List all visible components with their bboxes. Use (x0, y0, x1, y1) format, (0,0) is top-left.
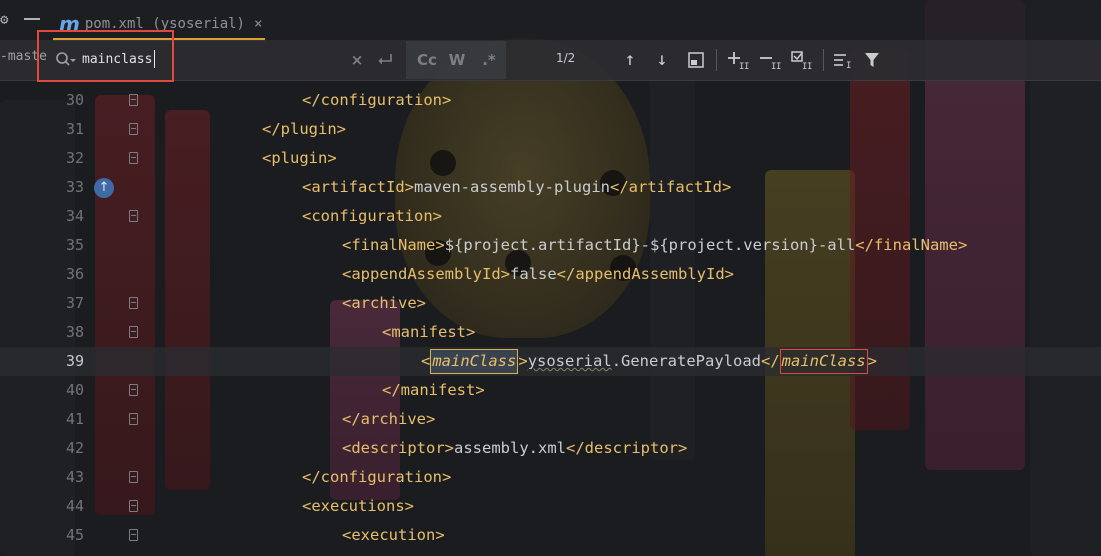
code-text: <descriptor>assembly.xml</descriptor> (342, 439, 688, 457)
svg-text:I: I (846, 61, 851, 70)
add-occurrence-icon[interactable]: I I (727, 50, 751, 70)
code-text: <archive> (342, 294, 427, 312)
code-line: 31 </plugin> (0, 115, 1101, 144)
code-text: <artifactId>maven-assembly-plugin</artif… (302, 178, 732, 196)
minimize-icon[interactable] (24, 18, 40, 20)
fold-marker-icon[interactable] (129, 123, 138, 135)
fold-marker-icon[interactable] (129, 500, 138, 512)
code-line: 41 </archive> (0, 405, 1101, 434)
line-number: 38 (65, 323, 84, 341)
find-bar: -maste × Cc W .* 1/2 ↑ ↓ I I I I I I (0, 40, 1101, 81)
line-number: 40 (65, 381, 84, 399)
search-icon[interactable] (55, 51, 77, 69)
fold-marker-icon[interactable] (129, 210, 138, 222)
line-number: 31 (65, 120, 84, 138)
match-case-button[interactable]: Cc (414, 50, 440, 70)
regex-button[interactable]: .* (478, 50, 500, 70)
tab-title: pom.xml (ysoserial) (84, 16, 245, 32)
code-editor[interactable]: 30 </configuration> 31 </plugin> 32 <plu… (0, 81, 1101, 556)
line-number: 30 (65, 91, 84, 109)
code-text: <execution> (342, 526, 445, 544)
match-count: 1/2 (556, 51, 576, 65)
editor-tab-bar: ⚙ m pom.xml (ysoserial) × (0, 0, 1101, 41)
svg-text:I: I (776, 62, 781, 70)
fold-marker-icon[interactable] (129, 326, 138, 338)
fold-marker-icon[interactable] (129, 297, 138, 309)
code-line: 33 ↑ <artifactId>maven-assembly-plugin</… (0, 173, 1101, 202)
code-line: 38 <manifest> (0, 318, 1101, 347)
line-number: 41 (65, 410, 84, 428)
fold-marker-icon[interactable] (129, 529, 138, 541)
line-number: 33 (65, 178, 84, 196)
filter-icon[interactable] (862, 50, 882, 70)
code-text: <finalName>${project.artifactId}-${proje… (342, 236, 968, 254)
code-line: 30 </configuration> (0, 86, 1101, 115)
fold-marker-icon[interactable] (129, 471, 138, 483)
line-number: 45 (65, 526, 84, 544)
code-line: 35 <finalName>${project.artifactId}-${pr… (0, 231, 1101, 260)
remove-occurrence-icon[interactable]: I I (759, 50, 783, 70)
arrow-down-icon[interactable]: ↓ (652, 50, 672, 70)
toolbar-separator (716, 49, 717, 71)
tab-pom-xml[interactable]: m pom.xml (ysoserial) × (53, 8, 265, 41)
code-text: </archive> (342, 410, 436, 428)
code-line: 45 <execution> (0, 521, 1101, 550)
code-text: </configuration> (302, 91, 452, 109)
code-text: </plugin> (262, 120, 347, 138)
toolbar-separator (823, 49, 824, 71)
code-line: 36 <appendAssemblyId>false</appendAssemb… (0, 260, 1101, 289)
code-line: 32 <plugin> (0, 144, 1101, 173)
code-line: 43 </configuration> (0, 463, 1101, 492)
code-text: < mainClass >ysoserial.GeneratePayload</ma… (421, 347, 877, 376)
maven-file-icon: m (59, 12, 80, 36)
code-text: </manifest> (382, 381, 485, 399)
line-number: 34 (65, 207, 84, 225)
text-caret (154, 50, 155, 68)
fold-marker-icon[interactable] (129, 413, 138, 425)
svg-text:I: I (807, 62, 812, 70)
whole-words-button[interactable]: W (446, 50, 468, 70)
code-text: <manifest> (382, 323, 476, 341)
line-number: 32 (65, 149, 84, 167)
code-text: <plugin> (262, 149, 337, 167)
code-text: <appendAssemblyId>false</appendAssemblyI… (342, 265, 734, 283)
new-line-icon[interactable] (376, 50, 396, 70)
line-number: 43 (65, 468, 84, 486)
line-number: 37 (65, 294, 84, 312)
svg-text:I: I (744, 62, 749, 70)
project-label: -maste (0, 49, 47, 64)
current-search-match: mainClass (430, 349, 519, 374)
code-line: 42 <descriptor>assembly.xml</descriptor> (0, 434, 1101, 463)
line-number: 36 (65, 265, 84, 283)
code-line: 37 <archive> (0, 289, 1101, 318)
select-occurrence-icon[interactable] (686, 50, 706, 70)
code-text: <configuration> (302, 207, 443, 225)
code-text: </configuration> (302, 468, 452, 486)
line-number: 44 (65, 497, 84, 515)
override-gutter-icon[interactable]: ↑ (94, 178, 114, 198)
code-line: 40 </manifest> (0, 376, 1101, 405)
line-number: 39 (65, 352, 84, 370)
fold-marker-icon[interactable] (129, 94, 138, 106)
code-text: <executions> (302, 497, 415, 515)
search-match-annotation: mainClass (779, 349, 868, 374)
code-line-current: 39 < mainClass >ysoserial.GeneratePayload<… (0, 347, 1101, 376)
code-line: 44 <executions> (0, 492, 1101, 521)
arrow-up-icon[interactable]: ↑ (620, 50, 640, 70)
fold-marker-icon[interactable] (129, 152, 138, 164)
fold-marker-icon[interactable] (129, 384, 138, 396)
filter-search-results-icon[interactable]: I (832, 50, 854, 70)
close-icon[interactable]: × (254, 16, 262, 32)
gear-icon[interactable]: ⚙ (0, 12, 12, 28)
clear-search-icon[interactable]: × (348, 50, 366, 70)
search-input[interactable] (82, 48, 352, 70)
line-number: 42 (65, 439, 84, 457)
code-line: 34 <configuration> (0, 202, 1101, 231)
line-number: 35 (65, 236, 84, 254)
select-all-occurrences-icon[interactable]: I I (790, 50, 814, 70)
